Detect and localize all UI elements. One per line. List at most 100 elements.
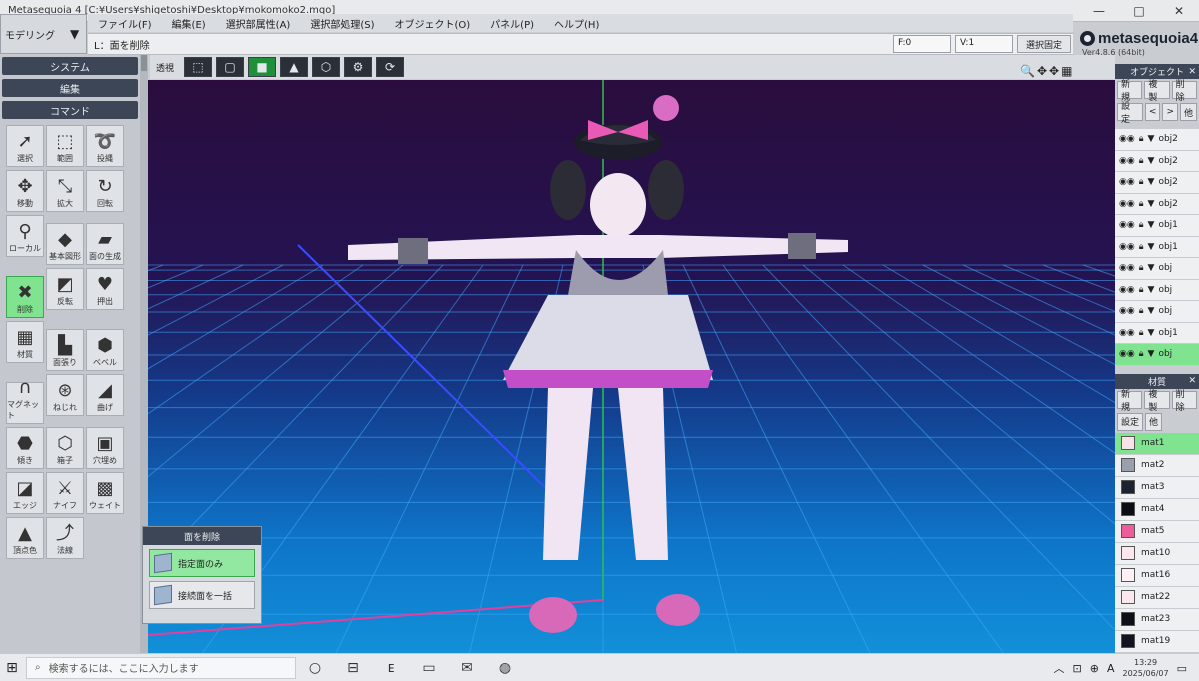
refresh-icon[interactable]: ⟳ [376,57,405,77]
file-explorer-icon[interactable]: ▭ [410,660,448,676]
tool-edge[interactable]: ◪ エッジ [6,472,44,514]
tool-weight[interactable]: ▩ ウェイト [86,472,124,514]
taskbar-search-input[interactable]: ⌕ 検索するには、ここに入力します [26,656,296,679]
object-row[interactable]: ◉◉ 🔒︎ ▼ obj2 [1115,172,1199,194]
taskview-icon[interactable]: ○ [296,660,334,676]
close-button[interactable]: ✕ [1159,0,1199,22]
lock-icon[interactable]: 🔒︎ [1139,263,1144,273]
tool-bevel[interactable]: ⬢ ベベル [86,329,124,371]
notification-icon[interactable]: ▭ [1177,662,1187,675]
expand-icon[interactable]: ▼ [1148,263,1155,273]
material-row[interactable]: mat5 [1115,520,1199,543]
menu-panel[interactable]: パネル(P) [480,16,544,31]
object-new-button[interactable]: 新規 [1117,80,1143,103]
lock-icon[interactable]: 🔒︎ [1139,285,1144,295]
close-icon[interactable]: ✕ [1188,376,1196,386]
tool-magnet[interactable]: ∩ マグネット [6,377,44,424]
menu-file[interactable]: ファイル(F) [88,16,162,31]
maximize-button[interactable]: □ [1119,0,1159,22]
object-move-down-button[interactable]: > [1162,103,1178,121]
expand-icon[interactable]: ▼ [1148,328,1155,338]
wire-icon[interactable]: ⬚ [184,57,213,77]
app-icon[interactable]: ◍ [486,660,524,676]
tool-hole-fill[interactable]: ▣ 穴埋め [86,427,124,469]
close-icon[interactable]: ✕ [1188,67,1196,77]
cube-view-icon[interactable]: ⬡ [312,57,341,77]
object-delete-button[interactable]: 削除 [1171,80,1197,103]
material-row[interactable]: mat4 [1115,498,1199,521]
layout-icon[interactable]: ▦ [1061,64,1072,80]
object-row[interactable]: ◉◉ 🔒︎ ▼ obj2 [1115,150,1199,172]
menu-edit[interactable]: 編集(E) [162,16,216,31]
material-row[interactable]: mat10 [1115,542,1199,565]
expand-icon[interactable]: ▼ [1148,349,1155,359]
system-header[interactable]: システム [2,57,138,75]
expand-icon[interactable]: ▼ [1148,177,1155,187]
tool-delete[interactable]: ✖ 削除 [6,276,44,318]
eye-icon[interactable]: ◉◉ [1119,306,1135,316]
object-row[interactable]: ◉◉ 🔒︎ ▼ obj1 [1115,322,1199,344]
eye-icon[interactable]: ◉◉ [1119,134,1135,144]
lock-icon[interactable]: 🔒︎ [1139,156,1144,166]
rotate-view-icon[interactable]: ✥ [1049,64,1059,80]
menu-object[interactable]: オブジェクト(O) [385,16,481,31]
perspective-label[interactable]: 透視 [156,61,174,74]
eye-icon[interactable]: ◉◉ [1119,177,1135,187]
delete-connected-option[interactable]: 接続面を一括 [149,581,255,609]
material-row[interactable]: mat2 [1115,454,1199,477]
object-row[interactable]: ◉◉ 🔒︎ ▼ obj2 [1115,129,1199,151]
eye-icon[interactable]: ◉◉ [1119,199,1135,209]
material-delete-button[interactable]: 削除 [1171,390,1197,413]
material-settings-button[interactable]: 設定 [1117,412,1144,431]
mail-icon[interactable]: ✉ [448,660,486,676]
expand-icon[interactable]: ▼ [1148,199,1155,209]
eye-icon[interactable]: ◉◉ [1119,285,1135,295]
expand-icon[interactable]: ▼ [1148,220,1155,230]
object-move-up-button[interactable]: < [1144,103,1161,121]
expand-icon[interactable]: ▼ [1148,306,1155,316]
menu-attributes[interactable]: 選択部属性(A) [216,16,301,31]
tool-bend[interactable]: ◢ 曲げ [86,374,124,416]
tool-lasso[interactable]: ➰ 投縄 [86,125,124,167]
tool-extrude[interactable]: ♥ 押出 [86,268,124,310]
lock-icon[interactable]: 🔒︎ [1139,328,1144,338]
tray-chevron-icon[interactable]: ︿ [1054,660,1065,676]
material-duplicate-button[interactable]: 複製 [1144,390,1170,413]
tool-create-face[interactable]: ▰ 面の生成 [86,223,124,265]
mode-selector[interactable]: モデリング ▼ [0,14,87,54]
edge-browser-icon[interactable]: ᴇ [372,660,410,676]
delete-selected-only-option[interactable]: 指定面のみ [149,549,255,577]
material-row[interactable]: mat23 [1115,608,1199,631]
eye-icon[interactable]: ◉◉ [1119,220,1135,230]
object-row[interactable]: ◉◉ 🔒︎ ▼ obj1 [1115,236,1199,258]
tool-local-axis[interactable]: ⚲ ローカル [6,215,44,257]
network-icon[interactable]: ⊡ [1073,662,1082,675]
command-header[interactable]: コマンド [2,101,138,119]
clock[interactable]: 13:29 2025/06/07 [1122,657,1168,679]
scroll-thumb[interactable] [141,55,147,71]
object-row[interactable]: ◉◉ 🔒︎ ▼ obj [1115,279,1199,301]
minimize-button[interactable]: — [1079,0,1119,22]
tool-vertex-color[interactable]: ▲ 頂点色 [6,517,44,559]
zoom-icon[interactable]: 🔍 [1020,64,1035,80]
object-row[interactable]: ◉◉ 🔒︎ ▼ obj1 [1115,215,1199,237]
tool-scale[interactable]: ⤡ 拡大 [46,170,84,212]
object-row[interactable]: ◉◉ 🔒︎ ▼ obj [1115,301,1199,323]
menu-selection[interactable]: 選択部処理(S) [300,16,384,31]
edit-header[interactable]: 編集 [2,79,138,97]
tool-cursor[interactable]: ➚ 選択 [6,125,44,167]
object-row[interactable]: ◉◉ 🔒︎ ▼ obj [1115,344,1199,366]
tool-rect-select[interactable]: ⬚ 範囲 [46,125,84,167]
tool-normal[interactable]: ⤴ 法線 [46,517,84,559]
menu-help[interactable]: ヘルプ(H) [544,16,609,31]
tool-box[interactable]: ⬡ 箱子 [46,427,84,469]
material-row[interactable]: mat22 [1115,586,1199,609]
lock-icon[interactable]: 🔒︎ [1139,306,1144,316]
material-other-button[interactable]: 他 [1145,412,1163,431]
solid-icon[interactable]: ■ [248,57,277,77]
eye-icon[interactable]: ◉◉ [1119,349,1135,359]
eye-icon[interactable]: ◉◉ [1119,328,1135,338]
expand-icon[interactable]: ▼ [1148,242,1155,252]
gear-icon[interactable]: ⚙ [344,57,373,77]
lock-icon[interactable]: 🔒︎ [1139,134,1144,144]
